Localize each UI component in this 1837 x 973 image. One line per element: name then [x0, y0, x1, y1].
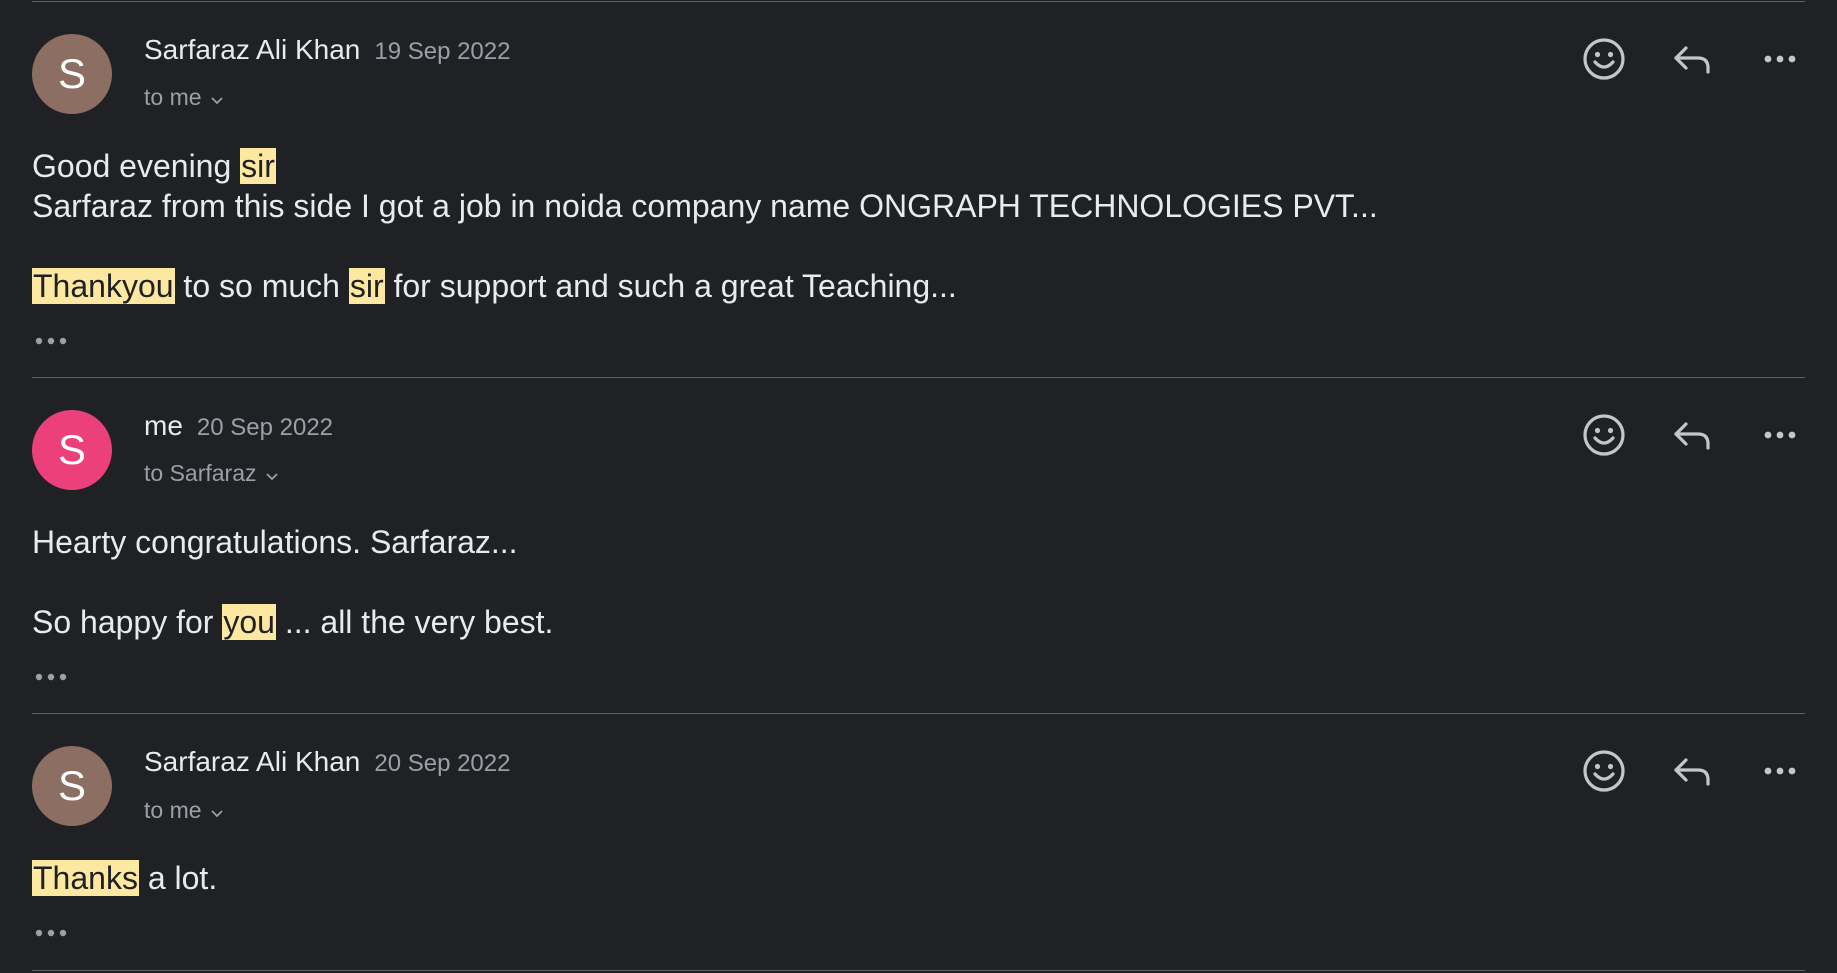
recipient-label: to me	[144, 797, 202, 823]
avatar[interactable]: S	[32, 410, 112, 490]
message-actions	[1580, 747, 1810, 795]
chevron-down-icon	[265, 461, 279, 488]
message-date: 20 Sep 2022	[374, 750, 511, 777]
message-actions	[1580, 411, 1810, 459]
message-date: 19 Sep 2022	[374, 38, 511, 65]
search-highlight: you	[222, 604, 276, 640]
sender-line: Sarfaraz Ali Khan 20 Sep 2022	[144, 746, 510, 778]
emoji-smile-icon[interactable]	[1580, 411, 1628, 459]
recipient-toggle[interactable]: to me	[144, 84, 224, 112]
message-actions	[1580, 35, 1810, 83]
recipient-toggle[interactable]: to me	[144, 797, 224, 825]
divider	[32, 970, 1805, 971]
email-thread: S Sarfaraz Ali Khan 19 Sep 2022 to me Goo…	[0, 0, 1837, 973]
search-highlight: sir	[348, 268, 385, 304]
message-body-line: Sarfaraz from this side I got a job in n…	[32, 188, 1378, 224]
search-highlight: sir	[240, 148, 276, 184]
sender-line: Sarfaraz Ali Khan 19 Sep 2022	[144, 34, 510, 66]
recipient-toggle[interactable]: to Sarfaraz	[144, 460, 279, 488]
more-horizontal-icon[interactable]	[1756, 747, 1804, 795]
search-highlight: Thanks	[32, 860, 139, 896]
sender-name[interactable]: me	[144, 410, 183, 441]
avatar[interactable]: S	[32, 34, 112, 114]
message-body-line: Thanks a lot.	[32, 860, 218, 896]
show-trimmed-content-icon[interactable]	[32, 667, 72, 687]
message-date: 20 Sep 2022	[196, 414, 334, 441]
divider	[32, 713, 1805, 714]
reply-icon[interactable]	[1668, 35, 1716, 83]
emoji-smile-icon[interactable]	[1580, 35, 1628, 83]
message-body-line: Thankyou to so much sir for support and …	[32, 268, 957, 304]
reply-icon[interactable]	[1668, 411, 1716, 459]
message-body-line: So happy for you ... all the very best.	[32, 604, 554, 640]
recipient-label: to me	[144, 84, 202, 110]
show-trimmed-content-icon[interactable]	[32, 331, 72, 351]
sender-name[interactable]: Sarfaraz Ali Khan	[144, 746, 360, 777]
message-body-line: Good evening sir	[32, 148, 276, 184]
avatar[interactable]: S	[32, 746, 112, 826]
divider	[32, 377, 1805, 378]
reply-icon[interactable]	[1668, 747, 1716, 795]
sender-line: me 20 Sep 2022	[144, 410, 333, 442]
message-body-line: Hearty congratulations. Sarfaraz...	[32, 524, 518, 560]
divider	[32, 1, 1805, 2]
chevron-down-icon	[210, 85, 224, 112]
search-highlight: Thankyou	[32, 268, 175, 304]
emoji-smile-icon[interactable]	[1580, 747, 1628, 795]
chevron-down-icon	[210, 798, 224, 825]
show-trimmed-content-icon[interactable]	[32, 923, 72, 943]
recipient-label: to Sarfaraz	[144, 460, 257, 486]
sender-name[interactable]: Sarfaraz Ali Khan	[144, 34, 360, 65]
more-horizontal-icon[interactable]	[1756, 411, 1804, 459]
more-horizontal-icon[interactable]	[1756, 35, 1804, 83]
